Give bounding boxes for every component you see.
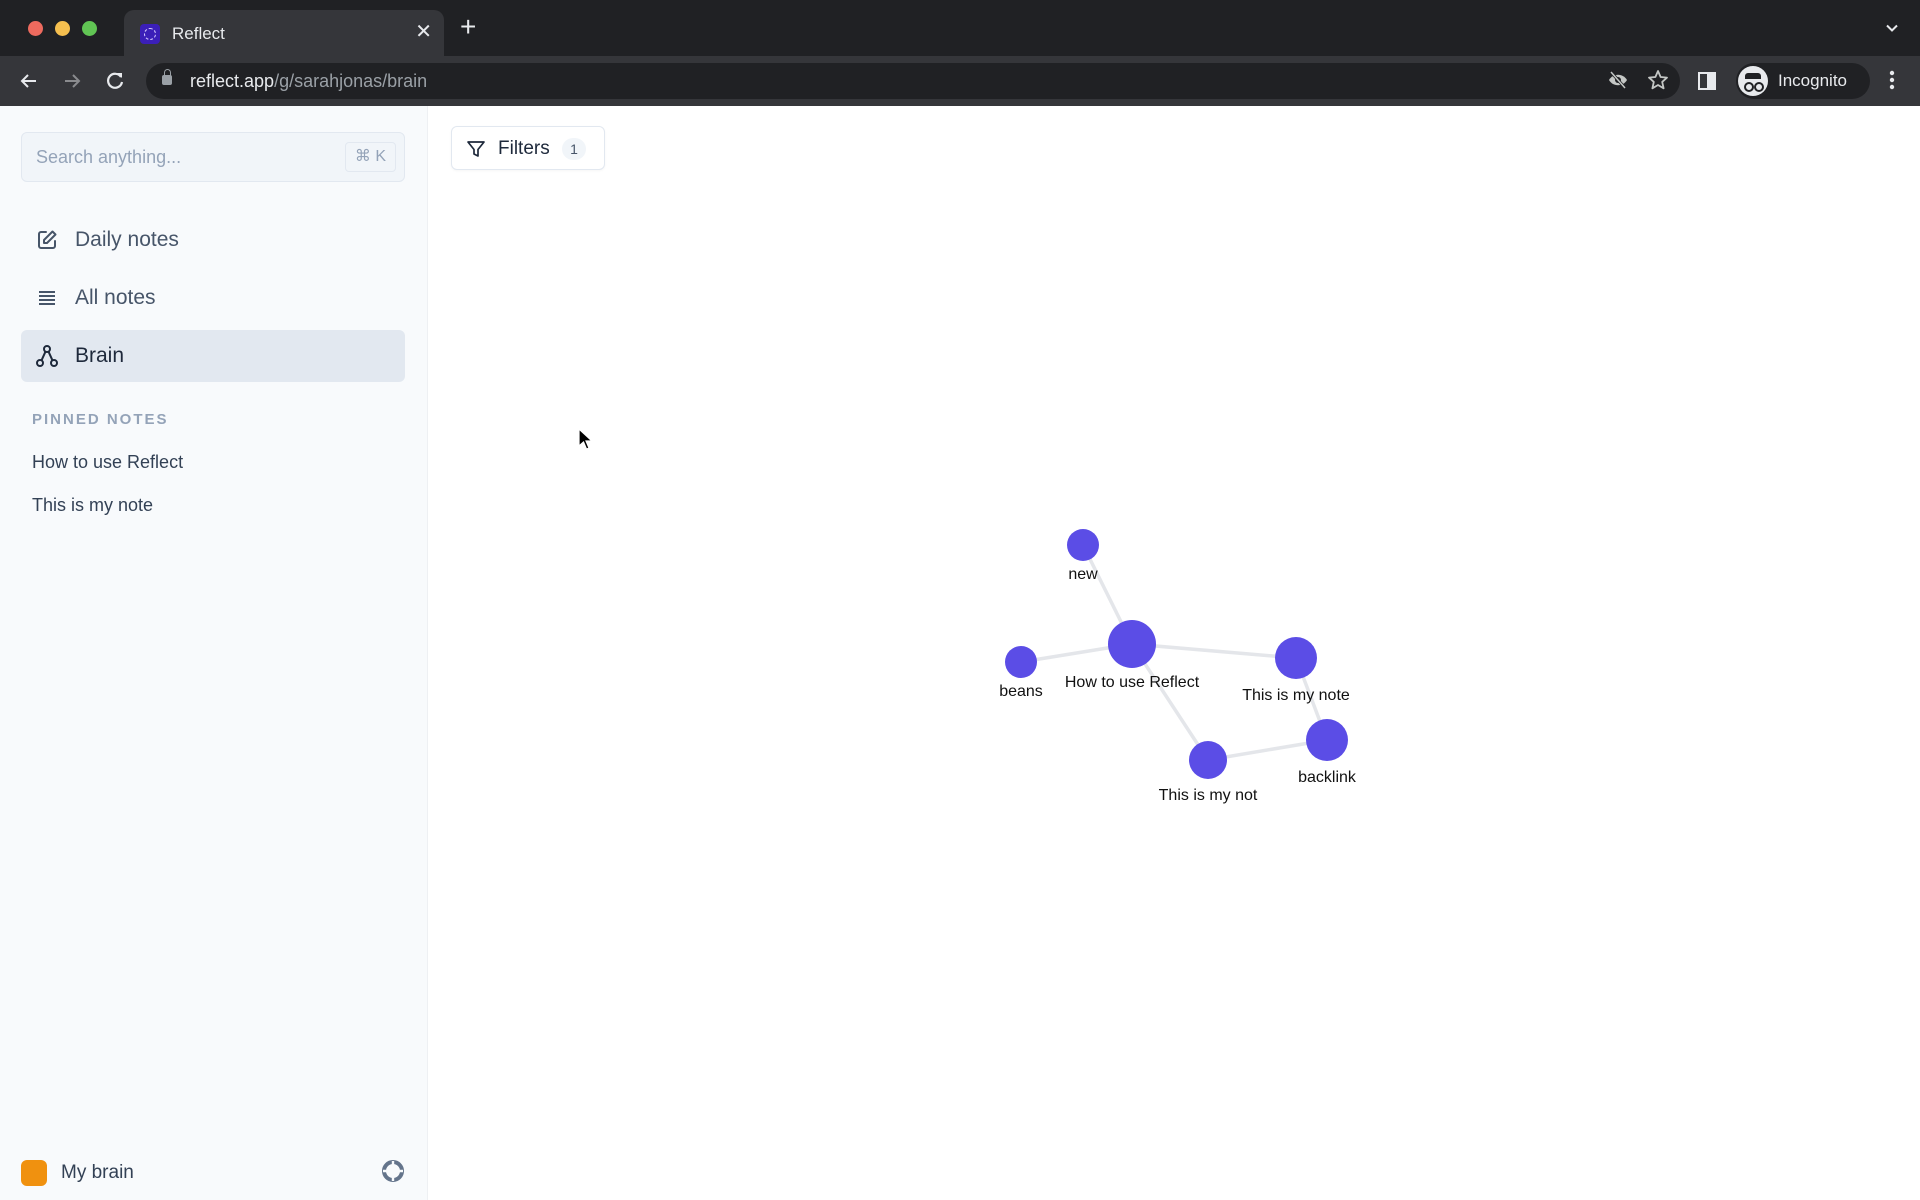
graph-node[interactable]: This is my note bbox=[1242, 637, 1350, 704]
graph-node-label[interactable]: beans bbox=[999, 683, 1043, 700]
forward-arrow-icon[interactable] bbox=[57, 66, 87, 96]
edit-icon bbox=[35, 228, 59, 252]
sidebar: Search anything... ⌘ K Daily notes All n… bbox=[0, 106, 428, 1200]
star-icon[interactable] bbox=[1646, 69, 1670, 93]
reload-icon[interactable] bbox=[100, 66, 130, 96]
graph-node-circle[interactable] bbox=[1067, 529, 1099, 561]
graph-icon bbox=[35, 344, 59, 368]
sidebar-item-label: Brain bbox=[75, 344, 125, 367]
graph-node-label[interactable]: new bbox=[1068, 566, 1098, 583]
new-tab-button[interactable]: + bbox=[460, 13, 476, 41]
brain-color-swatch bbox=[21, 1160, 47, 1186]
pinned-note-link[interactable]: How to use Reflect bbox=[32, 452, 183, 473]
incognito-icon bbox=[1738, 66, 1768, 96]
back-arrow-icon[interactable] bbox=[14, 66, 44, 96]
reflect-logo-icon bbox=[140, 24, 160, 44]
filters-button[interactable]: Filters 1 bbox=[451, 126, 605, 170]
browser-toolbar: reflect.app/g/sarahjonas/brain Incognito bbox=[0, 56, 1920, 106]
reflect-app: Search anything... ⌘ K Daily notes All n… bbox=[0, 106, 1920, 1200]
url-host: reflect.app bbox=[190, 71, 275, 91]
graph-node-label[interactable]: This is my note bbox=[1242, 687, 1350, 704]
browser-tabstrip: Reflect ✕ + bbox=[0, 0, 1920, 56]
window-zoom-button[interactable] bbox=[82, 21, 97, 36]
graph-edge bbox=[1131, 642, 1297, 660]
sidebar-item-brain[interactable]: Brain bbox=[21, 330, 405, 382]
brain-label: My brain bbox=[61, 1162, 134, 1183]
kebab-menu-icon[interactable] bbox=[1882, 69, 1902, 93]
graph-node[interactable]: This is my not bbox=[1159, 741, 1258, 804]
graph-node-circle[interactable] bbox=[1005, 646, 1037, 678]
window-minimize-button[interactable] bbox=[55, 21, 70, 36]
url-path: /g/sarahjonas/brain bbox=[274, 71, 428, 91]
filter-icon bbox=[466, 139, 486, 159]
browser-tab[interactable]: Reflect ✕ bbox=[124, 10, 444, 56]
graph-node[interactable]: beans bbox=[999, 646, 1043, 700]
graph-node-label[interactable]: This is my not bbox=[1159, 787, 1258, 804]
graph-node-circle[interactable] bbox=[1189, 741, 1227, 779]
incognito-profile-button[interactable]: Incognito bbox=[1736, 63, 1870, 99]
graph-node[interactable]: new bbox=[1067, 529, 1099, 583]
side-panel-icon[interactable] bbox=[1698, 72, 1716, 90]
tab-title: Reflect bbox=[172, 24, 225, 43]
graph-node[interactable]: How to use Reflect bbox=[1065, 620, 1200, 691]
search-input[interactable]: Search anything... ⌘ K bbox=[21, 132, 405, 182]
brain-graph-view: new How to use Reflect beans This is my not… bbox=[429, 106, 1920, 1200]
list-icon bbox=[35, 286, 59, 310]
search-placeholder: Search anything... bbox=[36, 147, 182, 167]
lifebuoy-icon[interactable] bbox=[382, 1160, 404, 1182]
sidebar-item-all-notes[interactable]: All notes bbox=[21, 272, 405, 324]
close-tab-icon[interactable]: ✕ bbox=[415, 21, 432, 43]
pinned-note-link[interactable]: This is my note bbox=[32, 495, 153, 516]
window-close-button[interactable] bbox=[28, 21, 43, 36]
graph-node[interactable]: backlink bbox=[1298, 719, 1357, 786]
search-shortcut-badge: ⌘ K bbox=[344, 142, 396, 172]
eye-off-icon[interactable] bbox=[1606, 69, 1630, 93]
filters-count-badge: 1 bbox=[562, 138, 586, 160]
address-bar[interactable]: reflect.app/g/sarahjonas/brain bbox=[146, 63, 1680, 99]
chevron-down-icon[interactable] bbox=[1884, 20, 1900, 41]
graph-node-circle[interactable] bbox=[1306, 719, 1348, 761]
knowledge-graph[interactable]: new How to use Reflect beans This is my not… bbox=[429, 106, 1920, 1200]
profile-label: Incognito bbox=[1778, 71, 1847, 90]
sidebar-item-label: Daily notes bbox=[75, 228, 179, 251]
lock-icon bbox=[162, 69, 172, 85]
graph-node-circle[interactable] bbox=[1108, 620, 1156, 668]
url-text: reflect.app/g/sarahjonas/brain bbox=[190, 71, 427, 92]
graph-node-circle[interactable] bbox=[1275, 637, 1317, 679]
filters-label: Filters bbox=[498, 138, 550, 159]
graph-node-label[interactable]: How to use Reflect bbox=[1065, 674, 1200, 691]
graph-node-label[interactable]: backlink bbox=[1298, 769, 1357, 786]
sidebar-item-label: All notes bbox=[75, 286, 156, 309]
sidebar-item-daily-notes[interactable]: Daily notes bbox=[21, 214, 405, 266]
pinned-notes-heading: PINNED NOTES bbox=[32, 411, 169, 428]
